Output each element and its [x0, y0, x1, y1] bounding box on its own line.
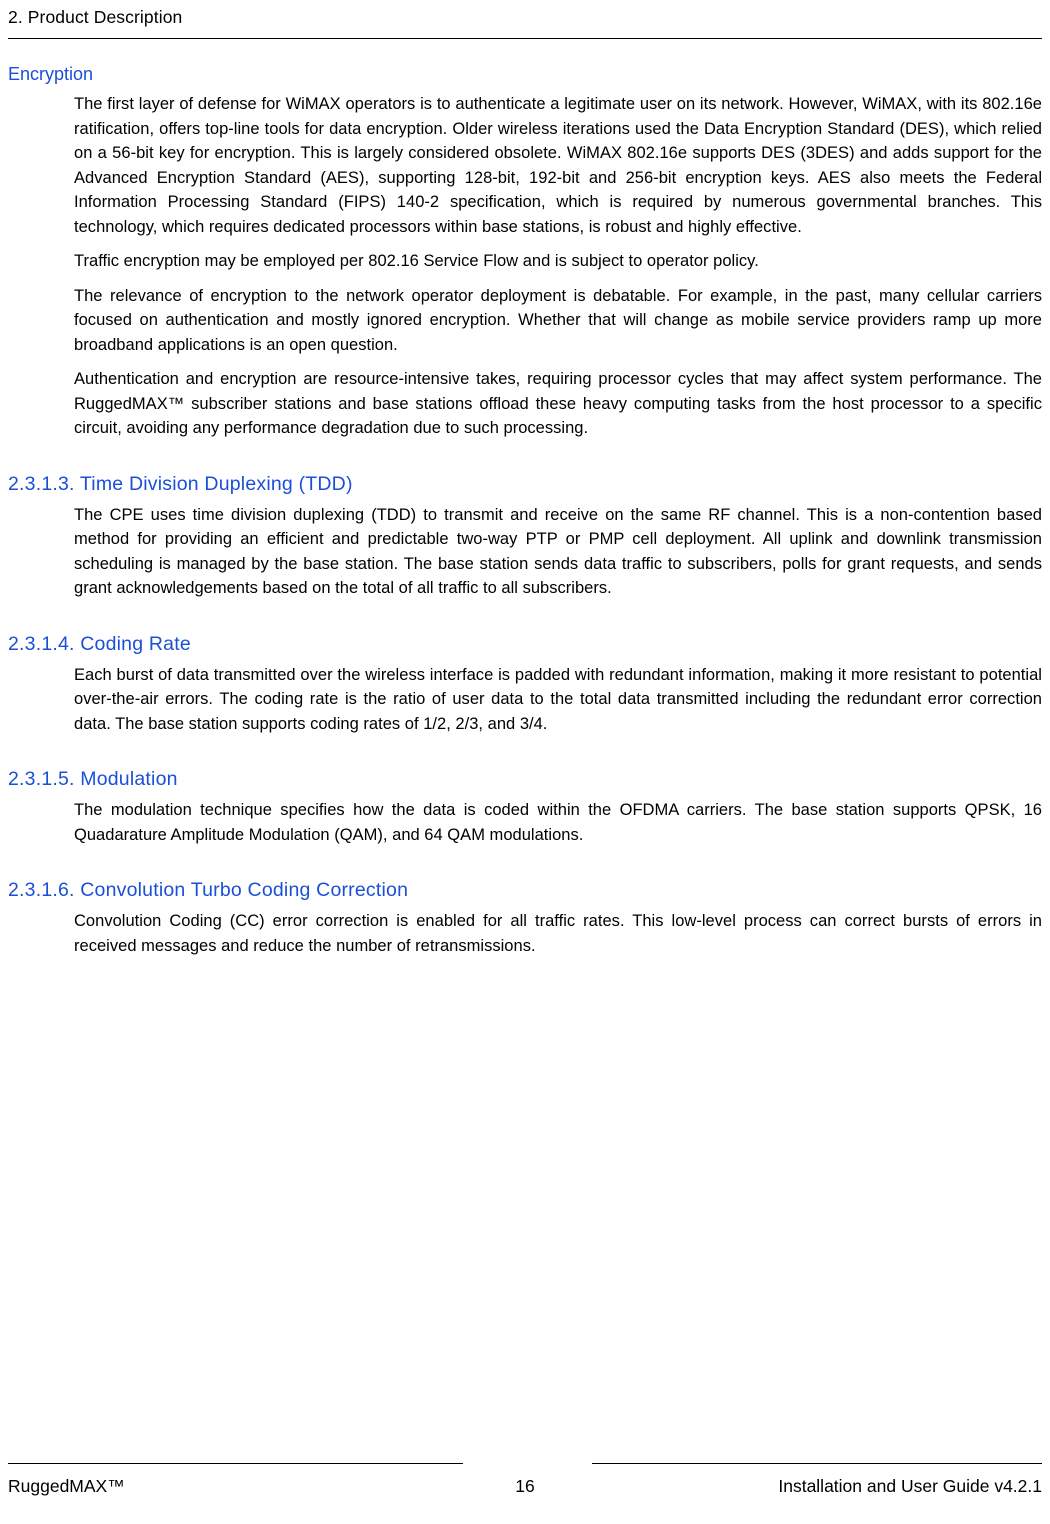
section-heading-convolution: 2.3.1.6. Convolution Turbo Coding Correc…: [8, 879, 409, 901]
header-divider: [8, 38, 1042, 39]
paragraph: The relevance of encryption to the netwo…: [74, 286, 1042, 354]
document-page: 2. Product Description Encryption The fi…: [0, 0, 1050, 1524]
footer-guide-title: Installation and User Guide v4.2.1: [778, 1476, 1042, 1496]
page-header: 2. Product Description: [8, 6, 1042, 28]
paragraph: Convolution Coding (CC) error correction…: [74, 912, 1042, 955]
section-heading-encryption: Encryption: [8, 64, 94, 84]
page-footer: RuggedMAX™ 16 Installation and User Guid…: [8, 1474, 1042, 1504]
paragraph: The modulation technique specifies how t…: [74, 801, 1042, 844]
section-heading-tdd: 2.3.1.3. Time Division Duplexing (TDD): [8, 472, 353, 495]
page-content: Encryption The first layer of defense fo…: [8, 62, 1042, 958]
header-chapter-title: 2. Product Description: [8, 7, 183, 27]
paragraph: Authentication and encryption are resour…: [74, 370, 1042, 437]
section-modulation: 2.3.1.5. Modulation The modulation techn…: [8, 766, 1042, 847]
paragraph: Each burst of data transmitted over the …: [74, 665, 1042, 733]
section-encryption: Encryption The first layer of defense fo…: [8, 62, 1042, 441]
paragraph: Traffic encryption may be employed per 8…: [74, 252, 759, 270]
section-convolution: 2.3.1.6. Convolution Turbo Coding Correc…: [8, 877, 1042, 958]
footer-divider-right: [592, 1463, 1042, 1464]
section-coding-rate: 2.3.1.4. Coding Rate Each burst of data …: [8, 631, 1042, 737]
section-heading-modulation: 2.3.1.5. Modulation: [8, 768, 178, 790]
section-heading-coding-rate: 2.3.1.4. Coding Rate: [8, 632, 191, 655]
footer-divider-left: [8, 1463, 463, 1464]
section-tdd: 2.3.1.3. Time Division Duplexing (TDD) T…: [8, 471, 1042, 601]
paragraph: The CPE uses time division duplexing (TD…: [74, 505, 1042, 598]
paragraph: The first layer of defense for WiMAX ope…: [74, 95, 1042, 236]
